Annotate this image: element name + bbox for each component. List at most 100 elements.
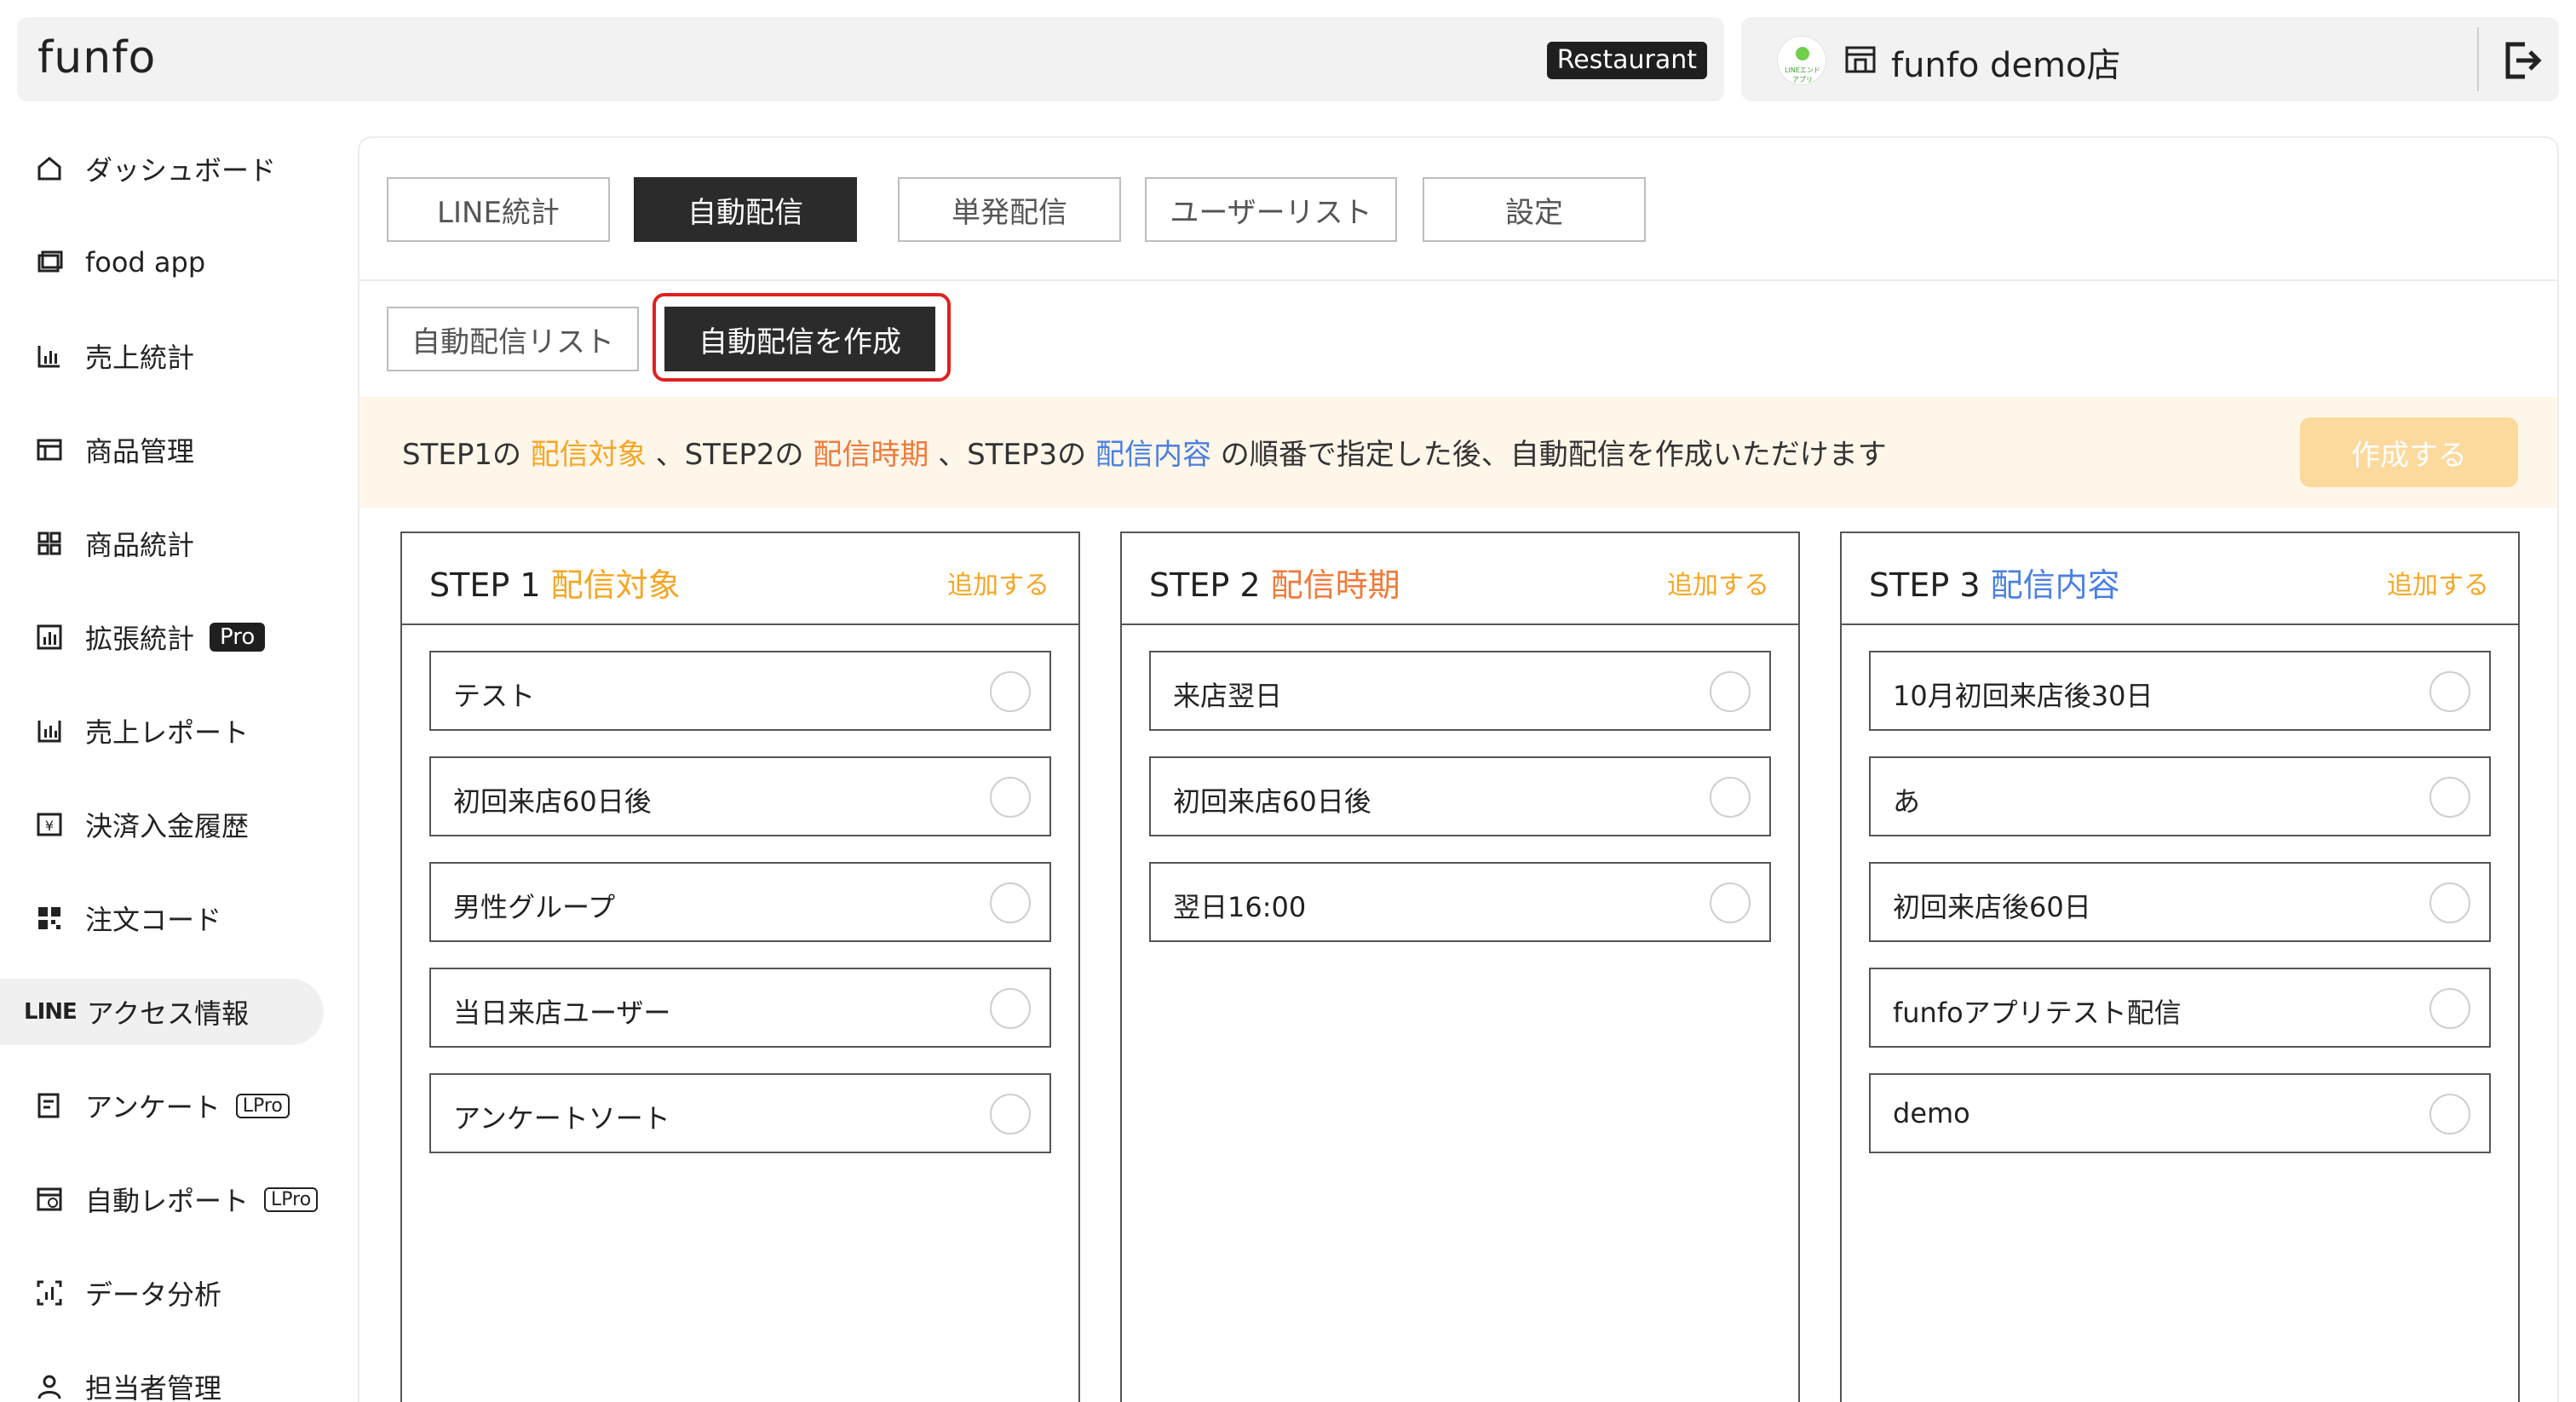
sidebar-item-sales-stats[interactable]: 売上統計 (0, 323, 324, 389)
step-number: STEP 3 (1869, 566, 1981, 604)
sidebar-item-label: アクセス情報 (86, 997, 250, 1030)
step-header: STEP 3 配信内容 追加する (1842, 533, 2518, 625)
step1-card: STEP 1 配信対象 追加する テスト 初回来店60日後 男性グループ 当日来… (400, 531, 1080, 1402)
option-item[interactable]: demo (1869, 1073, 2491, 1153)
step-name: 配信対象 (550, 566, 681, 604)
step2-card: STEP 2 配信時期 追加する 来店翌日 初回来店60日後 翌日16:00 (1120, 531, 1800, 1402)
notice-text: STEP1の 配信対象 、STEP2の 配信時期 、STEP3の 配信内容 の順… (402, 431, 1887, 473)
funfo-logo[interactable]: funfo (37, 32, 156, 83)
sidebar-item-label: 売上統計 (85, 342, 195, 374)
create-button[interactable]: 作成する (2300, 417, 2518, 487)
survey-icon (37, 1093, 60, 1118)
option-item[interactable]: 男性グループ (429, 862, 1051, 942)
sidebar-item-data-analysis[interactable]: データ分析 (0, 1260, 324, 1326)
notice-part: STEP1の (402, 438, 531, 472)
add-button[interactable]: 追加する (947, 564, 1049, 601)
radio-button[interactable] (990, 988, 1031, 1029)
sidebar-item-auto-report[interactable]: 自動レポート LPro (0, 1166, 324, 1232)
step-header: STEP 1 配信対象 追加する (402, 533, 1078, 625)
option-item[interactable]: 初回来店60日後 (429, 756, 1051, 836)
radio-button[interactable] (1710, 671, 1751, 712)
tab-user-list[interactable]: ユーザーリスト (1145, 177, 1397, 242)
sidebar-item-label: 担当者管理 (85, 1372, 222, 1402)
step-number: STEP 1 (429, 566, 541, 604)
sidebar-item-survey[interactable]: アンケート LPro (0, 1072, 324, 1139)
radio-button[interactable] (990, 671, 1031, 712)
step-title: STEP 1 配信対象 (429, 559, 681, 606)
analysis-icon (37, 1280, 62, 1306)
option-label: アンケートソート (453, 1102, 670, 1135)
radio-button[interactable] (2429, 1094, 2470, 1135)
sidebar-item-label: 売上レポート (85, 716, 250, 749)
radio-button[interactable] (2429, 671, 2470, 712)
option-item[interactable]: 初回来店後60日 (1869, 862, 2491, 942)
sidebar: ダッシュボード food app 売上統計 商品管理 商品統計 拡張統計 Pro… (0, 128, 341, 1402)
sidebar-item-label: 自動レポート (85, 1185, 250, 1217)
highlight-box (653, 293, 951, 382)
option-label: テスト (453, 680, 536, 712)
top-bar: funfo Restaurant (17, 17, 1724, 101)
sidebar-item-product-management[interactable]: 商品管理 (0, 417, 324, 483)
radio-button[interactable] (2429, 988, 2470, 1029)
notice-part: 、STEP2の (646, 438, 814, 472)
step-name: 配信時期 (1270, 566, 1400, 604)
logout-icon[interactable] (2499, 37, 2545, 83)
sidebar-item-line-access[interactable]: LINE アクセス情報 (0, 979, 324, 1045)
radio-button[interactable] (1710, 777, 1751, 818)
add-button[interactable]: 追加する (2387, 564, 2489, 601)
lpro-tag: LPro (235, 1093, 290, 1118)
sidebar-item-label: ダッシュボード (85, 154, 277, 187)
subtab-auto-delivery-list[interactable]: 自動配信リスト (387, 307, 639, 371)
tab-settings[interactable]: 設定 (1423, 177, 1646, 242)
user-icon (37, 1375, 61, 1399)
option-item[interactable]: あ (1869, 756, 2491, 836)
radio-button[interactable] (990, 882, 1031, 923)
sidebar-item-food-app[interactable]: food app (0, 229, 324, 296)
sidebar-item-extended-stats[interactable]: 拡張統計 Pro (0, 604, 324, 670)
tab-auto-delivery[interactable]: 自動配信 (634, 177, 857, 242)
sidebar-item-sales-report[interactable]: 売上レポート (0, 698, 324, 764)
tab-line-stats[interactable]: LINE統計 (387, 177, 610, 242)
option-item[interactable]: アンケートソート (429, 1073, 1051, 1153)
grid-icon (37, 531, 61, 555)
avatar-text: LINEエンドアプリ (1785, 66, 1820, 83)
sidebar-item-dashboard[interactable]: ダッシュボード (0, 135, 324, 202)
sidebar-item-payment-history[interactable]: ¥ 決済入金履歴 (0, 791, 324, 858)
option-label: 初回来店60日後 (453, 785, 652, 818)
sidebar-item-label: 決済入金履歴 (85, 810, 250, 842)
radio-button[interactable] (1710, 882, 1751, 923)
step3-card: STEP 3 配信内容 追加する 10月初回来店後30日 あ 初回来店後60日 … (1840, 531, 2520, 1402)
sidebar-item-label: アンケート (85, 1091, 221, 1123)
radio-button[interactable] (990, 1094, 1031, 1135)
qr-icon (38, 907, 60, 929)
sidebar-item-product-stats[interactable]: 商品統計 (0, 510, 324, 577)
option-item[interactable]: 初回来店60日後 (1149, 756, 1771, 836)
svg-text:¥: ¥ (45, 818, 54, 834)
radio-button[interactable] (2429, 882, 2470, 923)
table-icon (37, 439, 62, 461)
sidebar-item-label: データ分析 (85, 1278, 222, 1311)
add-button[interactable]: 追加する (1667, 564, 1769, 601)
notice-keyword-timing: 配信時期 (813, 438, 929, 472)
tab-single-delivery[interactable]: 単発配信 (898, 177, 1121, 242)
option-item[interactable]: 当日来店ユーザー (429, 968, 1051, 1048)
sidebar-item-staff-management[interactable]: 担当者管理 (0, 1353, 324, 1402)
shop-name[interactable]: funfo demo店 (1891, 37, 2121, 87)
option-item[interactable]: 10月初回来店後30日 (1869, 651, 2491, 731)
pro-tag: Pro (210, 623, 266, 652)
step-name: 配信内容 (1990, 566, 2120, 604)
radio-button[interactable] (990, 777, 1031, 818)
option-item[interactable]: テスト (429, 651, 1051, 731)
sidebar-item-order-code[interactable]: 注文コード (0, 885, 324, 951)
notice-keyword-content: 配信内容 (1095, 438, 1211, 472)
radio-button[interactable] (2429, 777, 2470, 818)
divider (2477, 27, 2479, 91)
option-label: あ (1893, 785, 1921, 818)
avatar-dot (1796, 47, 1809, 60)
option-item[interactable]: funfoアプリテスト配信 (1869, 968, 2491, 1048)
step-title: STEP 2 配信時期 (1149, 559, 1400, 606)
option-item[interactable]: 翌日16:00 (1149, 862, 1771, 942)
option-item[interactable]: 来店翌日 (1149, 651, 1771, 731)
option-label: 10月初回来店後30日 (1893, 680, 2153, 712)
step-title: STEP 3 配信内容 (1869, 559, 2120, 606)
